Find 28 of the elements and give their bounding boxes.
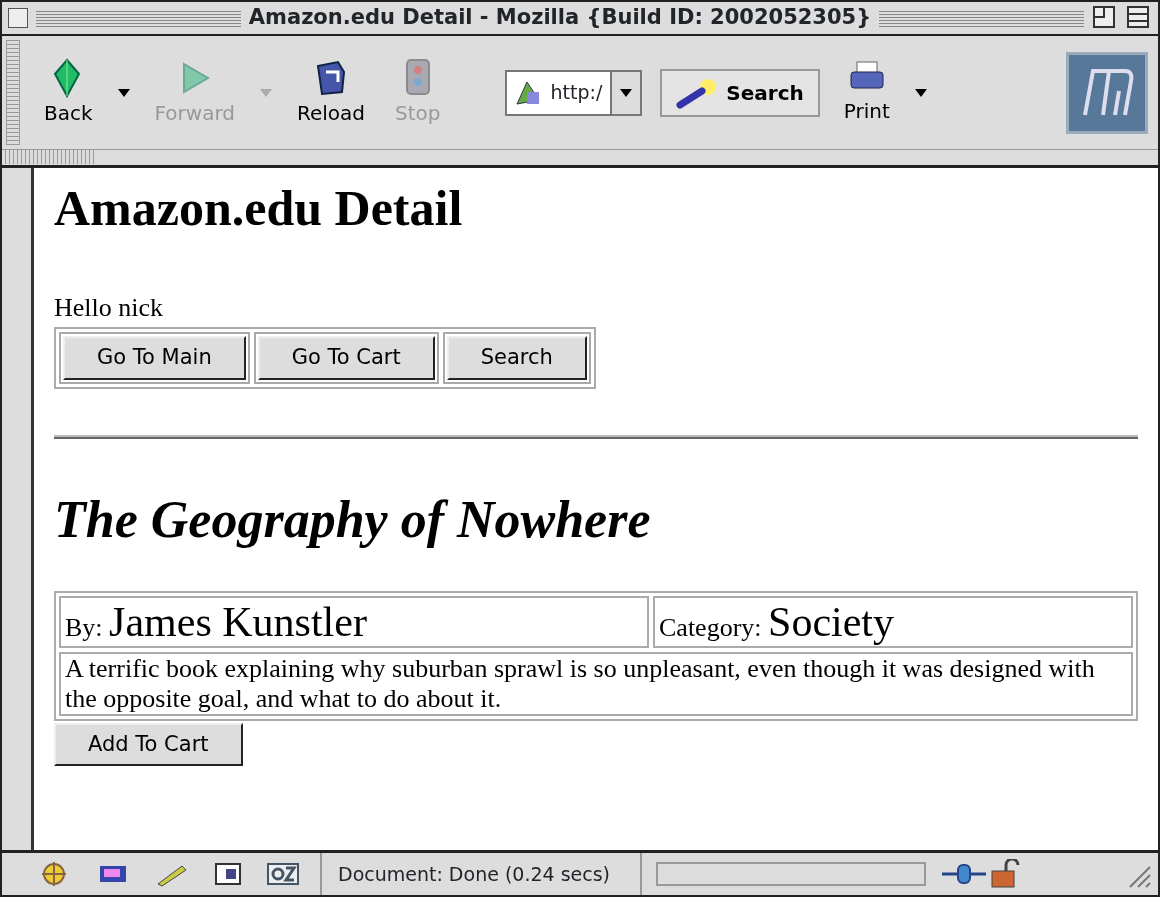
address-field[interactable]: http:/ [504,69,643,116]
category-cell: Category:Society [653,595,1133,649]
add-to-cart-button[interactable]: Add To Cart [54,722,243,767]
toolbar-button[interactable]: Reload [291,57,372,128]
close-box[interactable] [8,8,28,28]
lock-icon [988,859,1020,889]
caret-icon [259,88,273,98]
caret-icon [913,88,928,98]
search-button[interactable]: Search [660,68,820,117]
caret-icon [619,87,634,98]
zoom-icon[interactable] [1126,5,1152,31]
page-heading: Amazon.edu Detail [54,179,464,238]
toolbar-button[interactable]: Back [38,57,99,128]
description-cell: A terrific book explaining why suburban sprawl is so unpleasant, even though it was designed with the opposite goal, and what to do about it. [59,652,1133,716]
author-cell: By:James Kunstler [59,595,649,649]
book-title: The Geography of Nowhere [54,489,652,550]
logo-icon [1066,51,1148,134]
print-button[interactable]: Print [837,59,896,126]
status-text: Document: Done (0.24 secs) [322,853,642,895]
toolbar-grip[interactable] [2,150,94,164]
nav-button[interactable]: Go To Main [63,336,246,380]
window-title: Amazon.edu Detail - Mozilla {Build ID: 2002052305} [248,4,872,32]
nav-button[interactable]: Search [446,336,587,380]
toolbar-grip[interactable] [6,40,20,145]
collapse-icon[interactable] [1092,5,1118,31]
nav-button[interactable]: Go To Cart [257,336,435,380]
caret-icon [116,88,131,98]
greeting-text: Hello nick [54,292,165,324]
